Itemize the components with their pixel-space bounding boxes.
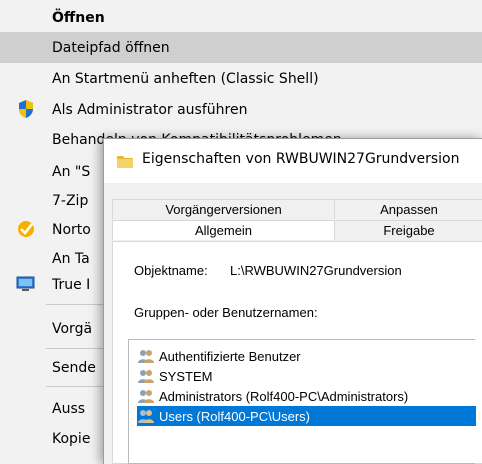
users-listbox[interactable]: Authentifizierte Benutzer SYSTEM Adminis… — [128, 339, 476, 464]
menu-item-label: An Ta — [52, 250, 90, 267]
tab-label: Allgemein — [194, 223, 253, 238]
menu-item-startmenue-anheften[interactable]: An Startmenü anheften (Classic Shell) — [0, 63, 482, 94]
menu-item-als-administrator[interactable]: Als Administrator ausführen — [0, 94, 482, 125]
list-item-administrators[interactable]: Administrators (Rolf400-PC\Administrator… — [137, 386, 476, 406]
list-item-users[interactable]: Users (Rolf400-PC\Users) — [137, 406, 476, 426]
object-name-value: L:\RWBUWIN27Grundversion — [230, 263, 402, 278]
list-item-label: Authentifizierte Benutzer — [159, 348, 301, 364]
tab-freigabe[interactable]: Freigabe — [334, 220, 482, 240]
dialog-titlebar[interactable]: Eigenschaften von RWBUWIN27Grundversion — [104, 139, 482, 183]
list-item-authentifizierte-benutzer[interactable]: Authentifizierte Benutzer — [137, 346, 476, 366]
menu-item-label: 7-Zip — [52, 192, 89, 209]
properties-dialog: Eigenschaften von RWBUWIN27Grundversion … — [103, 138, 482, 464]
menu-item-label: Norto — [52, 221, 91, 238]
groups-label: Gruppen- oder Benutzernamen: — [134, 305, 318, 320]
uac-shield-icon — [14, 97, 38, 121]
menu-item-label: An Startmenü anheften (Classic Shell) — [52, 70, 319, 87]
users-icon — [137, 408, 155, 424]
menu-item-label: Dateipfad öffnen — [52, 39, 170, 56]
folder-icon — [116, 153, 134, 173]
users-icon — [137, 368, 155, 384]
object-name-label: Objektname: — [134, 263, 208, 278]
menu-item-label: Als Administrator ausführen — [52, 101, 248, 118]
menu-item-label: True I — [52, 276, 91, 293]
true-image-icon — [14, 272, 38, 296]
norton-check-icon — [14, 217, 38, 241]
list-item-label: Administrators (Rolf400-PC\Administrator… — [159, 388, 409, 404]
menu-item-label: Öffnen — [52, 9, 105, 26]
list-item-label: Users (Rolf400-PC\Users) — [159, 408, 310, 424]
menu-item-dateipfad-oeffnen[interactable]: Dateipfad öffnen — [0, 32, 482, 63]
list-item-label: SYSTEM — [159, 368, 213, 384]
tab-label: Vorgängerversionen — [165, 202, 282, 217]
users-icon — [137, 348, 155, 364]
dialog-title: Eigenschaften von RWBUWIN27Grundversion — [142, 151, 460, 167]
list-item-system[interactable]: SYSTEM — [137, 366, 476, 386]
menu-item-label: Auss — [52, 400, 86, 417]
tab-label: Freigabe — [383, 223, 435, 238]
menu-item-label: Vorgä — [52, 320, 93, 337]
menu-item-label: Sende — [52, 359, 96, 376]
tab-anpassen[interactable]: Anpassen — [334, 199, 482, 219]
tab-label: Anpassen — [380, 202, 438, 217]
tab-vorgaengerversionen[interactable]: Vorgängerversionen — [112, 199, 334, 219]
menu-item-oeffnen[interactable]: Öffnen — [0, 2, 482, 33]
menu-item-label: An "S — [52, 163, 91, 180]
users-icon — [137, 388, 155, 404]
tab-allgemein[interactable]: Allgemein — [112, 220, 334, 240]
menu-item-label: Kopie — [52, 430, 91, 447]
